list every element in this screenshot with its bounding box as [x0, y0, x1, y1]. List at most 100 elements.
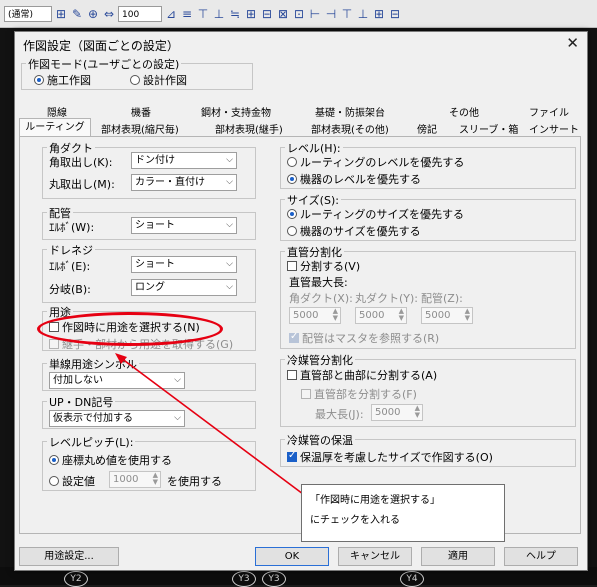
insulation-thickness-checkbox[interactable]: 保温厚を考慮したサイズで作図する(O): [287, 449, 493, 465]
tab-side-note[interactable]: 傍記: [417, 121, 437, 136]
checkbox-icon[interactable]: [287, 370, 297, 380]
spin-arrows-icon[interactable]: ▲ ▼: [399, 308, 404, 322]
coolant-insulation-group: 冷媒管の保温 保温厚を考慮したサイズで作図する(O): [280, 432, 576, 467]
tab-routing[interactable]: ルーティング: [19, 118, 91, 137]
toolbar-icon[interactable]: ⊤: [196, 7, 210, 21]
tab-other[interactable]: その他: [449, 104, 479, 119]
checkbox-icon[interactable]: [287, 450, 297, 462]
toolbar-icon[interactable]: ✎: [70, 7, 84, 21]
use-setting-value-radio[interactable]: 設定値: [49, 473, 95, 489]
layer-combo[interactable]: (通常): [4, 5, 52, 22]
radio-icon[interactable]: [130, 75, 140, 85]
toolbar-icon[interactable]: ⊟: [260, 7, 274, 21]
coolant-split-group: 冷媒管分割化 直管部と曲部に分割する(A) 直管部を分割する(F) 最大長(J)…: [280, 352, 576, 427]
toolbar-icon[interactable]: ⇔: [102, 7, 116, 21]
checkbox-icon[interactable]: [49, 339, 59, 349]
prefer-equipment-level-label: 機器のレベルを優先する: [300, 173, 421, 186]
use-coordinate-rounding-radio[interactable]: 座標丸め値を使用する: [49, 452, 172, 468]
tab-equipment-number[interactable]: 機番: [131, 104, 151, 119]
level-pitch-value-field[interactable]: 1000 ▲ ▼: [109, 471, 161, 488]
radio-icon[interactable]: [287, 174, 297, 184]
mode-design-label: 設計作図: [143, 74, 187, 87]
spin-arrows-icon[interactable]: ▲ ▼: [465, 308, 470, 322]
tab-steel[interactable]: 鋼材・支持金物: [201, 104, 271, 119]
pipe-length-field[interactable]: 5000 ▲ ▼: [421, 307, 473, 324]
checkbox-icon[interactable]: [287, 261, 297, 271]
size-group: サイズ(S): ルーティングのサイズを優先する 機器のサイズを優先する: [280, 192, 576, 241]
coolant-max-length-field[interactable]: 5000 ▲ ▼: [371, 404, 423, 421]
split-straight-bend-checkbox[interactable]: 直管部と曲部に分割する(A): [287, 367, 437, 383]
scale-combo[interactable]: 100: [118, 5, 162, 22]
use-setting-value-label: 設定値: [62, 475, 95, 488]
apply-button[interactable]: 適用: [421, 547, 495, 566]
toolbar-icon[interactable]: ⊢: [308, 7, 322, 21]
spin-arrows-icon[interactable]: ▲ ▼: [415, 405, 420, 419]
split-straight-checkbox[interactable]: 分割する(V): [287, 258, 360, 274]
mode-construction-radio[interactable]: 施工作図: [34, 72, 91, 88]
toolbar-icon[interactable]: ⊞: [54, 7, 68, 21]
round-label: 丸取出し(M):: [49, 178, 115, 191]
radio-icon[interactable]: [287, 157, 297, 167]
up-dn-select[interactable]: 仮表示で付加する ⌵: [49, 410, 185, 427]
toolbar-icon[interactable]: ⊿: [164, 7, 178, 21]
tab-hidden-lines[interactable]: 隠線: [47, 104, 67, 119]
toolbar-icon[interactable]: ⊠: [276, 7, 290, 21]
single-line-select[interactable]: 付加しない ⌵: [49, 372, 185, 389]
round-select[interactable]: カラー・直付け ⌵: [131, 174, 237, 191]
radio-icon[interactable]: [49, 455, 59, 465]
radio-icon[interactable]: [34, 75, 44, 85]
duct-group: 角ダクト 角取出し(K): ドン付け ⌵ 丸取出し(M): カラー・直付け ⌵: [42, 140, 256, 199]
toolbar-icon[interactable]: ≡: [180, 7, 194, 21]
prefer-equipment-size-radio[interactable]: 機器のサイズを優先する: [287, 223, 421, 239]
ok-button[interactable]: OK: [255, 547, 329, 566]
tab-file[interactable]: ファイル: [529, 104, 569, 119]
insulation-thickness-label: 保温厚を考慮したサイズで作図する(O): [300, 451, 493, 464]
prefer-routing-size-radio[interactable]: ルーティングのサイズを優先する: [287, 206, 464, 222]
close-icon[interactable]: ✕: [566, 34, 579, 52]
corner-select[interactable]: ドン付け ⌵: [131, 152, 237, 169]
tab-sleeve[interactable]: スリーブ・箱: [459, 121, 518, 136]
toolbar-icon[interactable]: ⊡: [292, 7, 306, 21]
radio-icon[interactable]: [49, 476, 59, 486]
tab-foundation[interactable]: 基礎・防振架台: [315, 104, 385, 119]
tab-insert[interactable]: インサート: [529, 121, 579, 136]
sq-duct-length-field[interactable]: 5000 ▲ ▼: [289, 307, 341, 324]
chevron-down-icon: ⌵: [174, 413, 181, 423]
tab-member-joint[interactable]: 部材表現(継手): [215, 121, 283, 136]
coolant-insulation-group-label: 冷媒管の保温: [285, 432, 355, 448]
tab-member-other[interactable]: 部材表現(その他): [311, 121, 389, 136]
use-coordinate-rounding-label: 座標丸め値を使用する: [62, 454, 172, 467]
checkbox-icon[interactable]: [289, 331, 299, 343]
prefer-equipment-level-radio[interactable]: 機器のレベルを優先する: [287, 171, 421, 187]
help-button[interactable]: ヘルプ: [504, 547, 578, 566]
split-straight-part-checkbox[interactable]: 直管部を分割する(F): [301, 386, 417, 402]
toolbar-icon[interactable]: ⊥: [356, 7, 370, 21]
toolbar-icon[interactable]: ≒: [228, 7, 242, 21]
toolbar-icon[interactable]: ⊤: [340, 7, 354, 21]
toolbar-icon[interactable]: ⊞: [244, 7, 258, 21]
radio-icon[interactable]: [287, 226, 297, 236]
drain-elbow-select[interactable]: ショート ⌵: [131, 256, 237, 273]
tab-member-scale[interactable]: 部材表現(縮尺毎): [101, 121, 179, 136]
chevron-down-icon: ⌵: [226, 259, 233, 269]
checkbox-icon[interactable]: [301, 389, 311, 399]
toolbar-icon[interactable]: ⊥: [212, 7, 226, 21]
pipe-master-ref-checkbox[interactable]: 配管はマスタを参照する(R): [289, 330, 439, 346]
toolbar-icon[interactable]: ⊞: [372, 7, 386, 21]
prefer-routing-level-radio[interactable]: ルーティングのレベルを優先する: [287, 154, 464, 170]
cancel-button[interactable]: キャンセル: [338, 547, 412, 566]
mode-design-radio[interactable]: 設計作図: [130, 72, 187, 88]
single-line-value: 付加しない: [53, 375, 103, 386]
usage-settings-button[interactable]: 用途設定...: [19, 547, 119, 566]
piping-elbow-select[interactable]: ショート ⌵: [131, 217, 237, 234]
toolbar-icon[interactable]: ⊕: [86, 7, 100, 21]
spin-arrows-icon[interactable]: ▲ ▼: [153, 472, 158, 486]
up-dn-value: 仮表示で付加する: [53, 413, 133, 424]
radio-icon[interactable]: [287, 209, 297, 219]
rd-duct-length-field[interactable]: 5000 ▲ ▼: [355, 307, 407, 324]
toolbar-icon[interactable]: ⊣: [324, 7, 338, 21]
drain-branch-select[interactable]: ロング ⌵: [131, 279, 237, 296]
instruction-callout: 「作図時に用途を選択する」 にチェックを入れる: [301, 484, 505, 542]
spin-arrows-icon[interactable]: ▲ ▼: [333, 308, 338, 322]
toolbar-icon[interactable]: ⊟: [388, 7, 402, 21]
